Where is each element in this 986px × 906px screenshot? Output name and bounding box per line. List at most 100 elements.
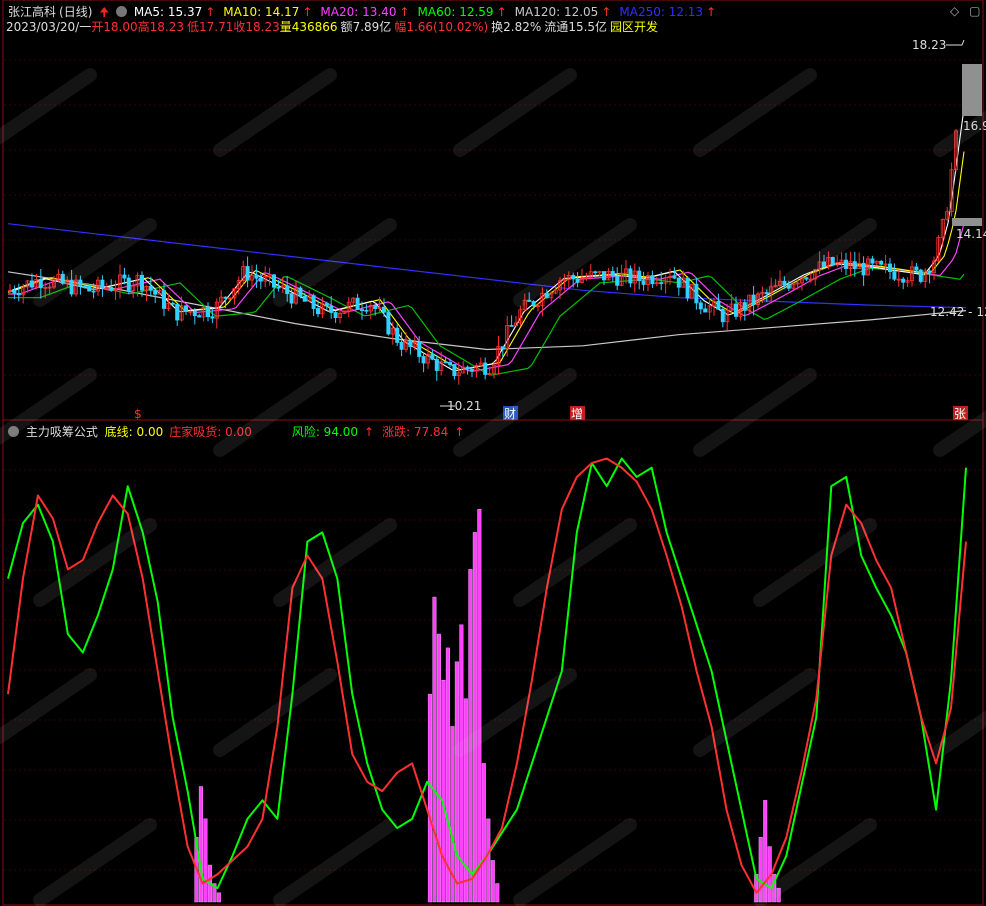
candle-body [399,342,404,350]
accumulation-bar [486,818,491,903]
candle-body [443,361,448,364]
candle-body [421,356,426,364]
candle-body [927,270,932,274]
accumulation-bar [427,693,432,903]
max-price-pointer [946,39,965,46]
candle-body [716,300,721,310]
candle-body [685,277,690,299]
candle-body [452,364,457,377]
candle-body [575,278,580,283]
candle-body [395,327,400,343]
watermark-stroke [0,68,97,145]
candle-body [192,310,197,317]
candle-body [302,295,307,302]
ma60-line [8,267,965,376]
candle-body [469,368,474,372]
ma120-line [7,271,967,351]
candle-body [245,266,250,281]
candle-body [703,308,708,313]
candle-body [659,282,664,285]
candle-body [183,305,188,312]
candle-body [672,276,677,279]
candle-body [628,268,633,284]
max-price-label: 18.23 [912,38,946,52]
accumulation-bar [198,786,203,903]
watermark-stroke [273,818,397,906]
candle-body [901,278,906,283]
candle-body [333,312,338,318]
candle-body [148,285,153,291]
candle-body [153,289,158,295]
candle-body [355,297,360,310]
candle-body [258,277,263,282]
watermark-stroke [213,68,337,157]
candle-body [694,283,699,304]
event-marker-increase[interactable]: 增 [571,407,583,421]
accumulation-bar [436,633,441,903]
candle-body [109,287,114,291]
accumulation-bar [490,860,495,903]
candle-body [918,269,923,282]
candle-body [852,261,857,270]
event-marker-limit-up[interactable]: 张 [954,407,966,421]
watermark-stroke [693,68,817,157]
watermark-stroke [0,668,97,745]
price-highlight-box-1 [962,64,982,116]
watermark-stroke [693,668,817,757]
candle-body [465,366,470,370]
candle-body [16,293,21,296]
watermark-stroke [0,368,97,445]
candle-body [914,266,919,271]
candle-body [324,303,329,307]
right-price-label-2: 14.14 [956,227,986,241]
candle-body [804,277,809,280]
candle-body [329,305,334,313]
accumulation-bar [481,763,486,903]
candle-body [311,295,316,309]
candle-body [381,306,386,313]
stock-chart-window: 张江高科 (日线) 🠉 MA5: 15.37 ↑ MA10: 14.17 ↑ MA20: … [0,0,986,906]
candle-body [29,280,34,288]
candle-body [386,311,391,335]
candle-body [447,361,452,365]
candle-body [373,304,378,310]
watermark-stroke [273,518,397,607]
watermark-stroke [33,818,157,906]
accumulation-bar [203,818,208,903]
candle-body [720,308,725,323]
candle-body [615,275,620,286]
candle-body [315,308,320,315]
candle-body [892,271,897,280]
candle-body [12,290,17,294]
event-marker-dollar[interactable]: $ [134,407,142,421]
candle-body [364,309,369,312]
watermark-stroke [513,518,637,607]
candle-body [175,303,180,321]
candle-body [417,341,422,357]
candle-body [641,280,646,285]
candle-body [254,274,259,279]
candle-body [593,271,598,274]
candle-body [210,316,215,319]
candle-body [139,274,144,291]
accumulation-bar [441,680,446,903]
candle-body [500,346,505,349]
accumulation-bar [477,509,482,903]
candle-body [698,302,703,310]
candle-body [483,362,488,375]
candle-body [91,290,96,293]
accumulation-bar [432,596,437,903]
accumulation-bar [472,532,477,903]
candle-body [602,271,607,281]
candle-body [676,277,681,288]
candle-body [870,258,875,264]
candle-body [742,302,747,311]
price-grid [4,59,982,376]
candle-body [276,286,281,289]
candle-body [38,279,43,289]
candle-body [637,270,642,282]
candle-body [223,296,228,299]
candle-body [531,301,536,307]
candle-body [734,303,739,317]
candle-body [888,263,893,272]
